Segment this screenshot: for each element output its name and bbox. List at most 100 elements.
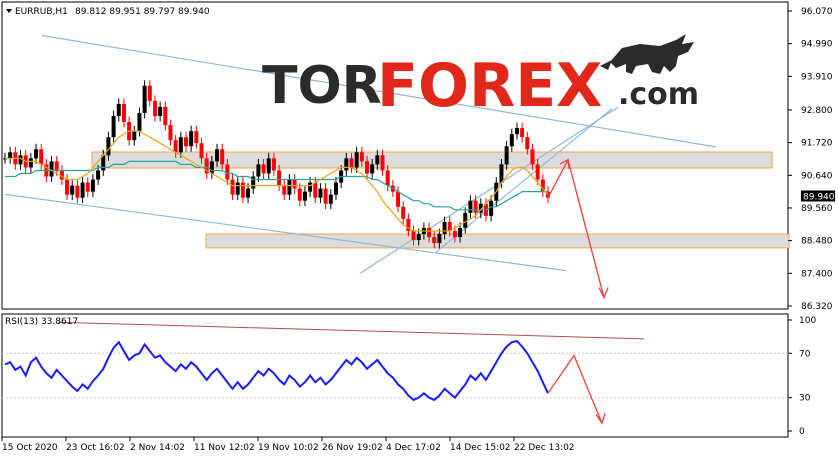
candle-body xyxy=(514,128,519,135)
candle-body xyxy=(147,85,152,101)
candle-body xyxy=(452,230,457,238)
candle-body xyxy=(111,115,116,138)
time-tick-label: 14 Dec 15:02 xyxy=(450,443,511,453)
candle-body xyxy=(184,137,188,147)
candle-body xyxy=(85,182,90,192)
time-tick-label: 26 Nov 19:02 xyxy=(322,443,383,453)
candle-body xyxy=(297,188,302,201)
rsi-tick-label: 0 xyxy=(799,427,805,437)
candle-body xyxy=(142,85,147,113)
candle-body xyxy=(411,230,416,241)
price-tick-label: 86.320 xyxy=(801,302,833,312)
candle-body xyxy=(396,191,401,207)
candle-body xyxy=(199,143,204,159)
candle-body xyxy=(432,237,437,244)
candle-body xyxy=(437,233,442,244)
candle-body xyxy=(96,170,101,180)
candle-body xyxy=(49,161,54,177)
candle-body xyxy=(220,149,225,165)
candle-body xyxy=(365,161,369,174)
price-tick-label: 90.640 xyxy=(801,171,833,181)
price-tick-label: 94.990 xyxy=(801,40,833,50)
candle-body xyxy=(152,100,157,116)
candle-body xyxy=(375,155,380,165)
candle-body xyxy=(90,179,95,192)
candle-body xyxy=(158,106,163,116)
candle-body xyxy=(137,112,142,132)
candle-body xyxy=(535,164,540,180)
candle-body xyxy=(530,149,535,165)
candle-body xyxy=(65,179,70,195)
candle-body xyxy=(473,200,478,213)
ohlc-values: 89.812 89.951 89.797 89.940 xyxy=(75,7,210,17)
candle-body xyxy=(282,185,287,195)
time-tick-label: 19 Nov 10:02 xyxy=(258,443,319,453)
candle-body xyxy=(359,152,364,162)
candle-body xyxy=(18,155,23,165)
candle-body xyxy=(246,188,251,198)
candle-body xyxy=(173,140,178,153)
chart-canvas: 96.070 94.990 93.910 92.800 91.720 90.640 89.5… xyxy=(1,1,835,453)
candle-body xyxy=(463,212,468,228)
logo-text-com: .com xyxy=(618,77,699,112)
candle-body xyxy=(499,164,504,183)
candle-body xyxy=(328,194,333,204)
candle-body xyxy=(80,182,85,198)
chart-window: 96.070 94.990 93.910 92.800 91.720 90.640 89.5… xyxy=(0,0,838,458)
candle-body xyxy=(59,170,64,180)
support-zone xyxy=(205,233,790,249)
candle-body xyxy=(385,170,390,186)
time-axis: 15 Oct 2020 23 Oct 16:02 2 Nov 14:02 11 Nov… xyxy=(1,437,575,453)
rsi-tick-label: 30 xyxy=(799,394,811,404)
candle-body xyxy=(380,155,385,171)
candle-body xyxy=(116,103,121,116)
candle-body xyxy=(163,106,168,126)
candle-body xyxy=(215,149,220,162)
candle-body xyxy=(313,182,318,198)
candle-body xyxy=(209,161,214,174)
price-tick-label: 91.720 xyxy=(801,139,833,149)
candle-body xyxy=(427,227,432,238)
current-price-label: 89.940 xyxy=(803,192,835,202)
rsi-axis: 100 70 30 0 xyxy=(788,316,816,437)
candle-body xyxy=(70,185,75,195)
candle-body xyxy=(333,182,338,195)
candle-body xyxy=(189,131,194,147)
candle-body xyxy=(235,182,240,195)
candle-body xyxy=(370,164,375,174)
candle-body xyxy=(318,188,323,198)
symbol-label: EURRUB,H1 xyxy=(15,7,68,17)
rsi-tick-label: 70 xyxy=(799,349,811,359)
candle-body xyxy=(28,158,33,168)
candle-body xyxy=(271,158,276,171)
current-price-tag: 89.940 xyxy=(801,190,835,202)
candle-body xyxy=(225,164,230,180)
candle-body xyxy=(323,188,328,204)
candle-body xyxy=(525,137,530,150)
candle-body xyxy=(520,128,525,138)
candle-body xyxy=(121,103,126,123)
candle-body xyxy=(54,161,59,171)
price-axis: 96.070 94.990 93.910 92.800 91.720 90.640 89.5… xyxy=(788,7,833,312)
candle-body xyxy=(349,158,354,168)
price-tick-label: 88.480 xyxy=(801,237,833,247)
time-tick-label: 23 Oct 16:02 xyxy=(66,443,125,453)
candle-body xyxy=(458,227,463,238)
candle-body xyxy=(8,152,13,159)
candle-body xyxy=(401,206,406,219)
candle-body xyxy=(292,179,297,189)
logo-text-tor: TOR xyxy=(262,56,382,116)
candle-body xyxy=(509,134,514,147)
price-tick-label: 93.910 xyxy=(801,72,833,82)
chart-header: EURRUB,H1 89.812 89.951 89.797 89.940 xyxy=(6,7,210,17)
candle-body xyxy=(416,233,421,241)
time-tick-label: 15 Oct 2020 xyxy=(2,443,58,453)
candle-body xyxy=(168,125,173,141)
candle-body xyxy=(39,149,44,165)
candle-body xyxy=(106,137,111,156)
candle-body xyxy=(277,170,282,186)
time-tick-label: 2 Nov 14:02 xyxy=(130,443,185,453)
time-tick-label: 11 Nov 12:02 xyxy=(194,443,255,453)
candle-body xyxy=(34,149,39,159)
time-tick-label: 22 Dec 13:02 xyxy=(514,443,575,453)
